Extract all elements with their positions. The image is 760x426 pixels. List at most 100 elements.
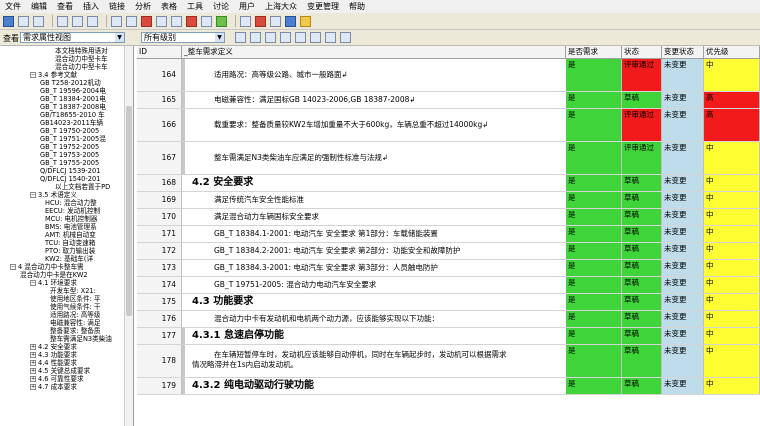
priority-cell[interactable]: 中 — [704, 277, 760, 293]
delete-icon[interactable] — [141, 15, 152, 27]
table-row[interactable]: 179 4.3.2 纯电动驱动行驶功能 是草稿 未变更中 — [137, 378, 760, 395]
table-row[interactable]: 164 适用路况：高等级公路、城市一般路面↲ 是评审通过 未变更中 — [137, 59, 760, 92]
change-status-cell[interactable]: 未变更 — [662, 345, 704, 377]
requirement-text[interactable]: 满足混合动力车辆国标安全要求 — [184, 209, 595, 225]
status-cell[interactable]: 草稿 — [622, 294, 662, 310]
filter-icon[interactable] — [235, 32, 246, 43]
table-row[interactable]: 175 4.3 功能要求 是草稿 未变更中 — [137, 294, 760, 311]
tree-node[interactable]: AMT: 机械自动变 — [45, 231, 96, 239]
tree-node[interactable]: GB_T 18387-2008电 — [40, 103, 106, 111]
tree-node[interactable]: −4.1 环境要求 — [30, 279, 77, 287]
requirement-text[interactable]: GB_T 18384.2-2001: 电动汽车 安全要求 第2部分：功能安全和故… — [184, 243, 595, 259]
edit-icon[interactable] — [156, 15, 167, 27]
status-cell[interactable]: 草稿 — [622, 260, 662, 276]
menu-item[interactable]: 编辑 — [26, 0, 52, 13]
table-row[interactable]: 171 GB_T 18384.1-2001: 电动汽车 安全要求 第1部分：车载储… — [137, 226, 760, 243]
is-requirement-cell[interactable]: 是 — [566, 59, 622, 91]
priority-cell[interactable]: 中 — [704, 142, 760, 174]
table-row[interactable]: 178 在车辆短暂停车时，发动机应该能够自动停机，同时在车辆起步时，发动机可以根据… — [137, 345, 760, 378]
status-cell[interactable]: 草稿 — [622, 175, 662, 191]
priority-cell[interactable]: 中 — [704, 175, 760, 191]
tree-node[interactable]: 本文档特殊用语对 — [55, 47, 108, 55]
tree-node[interactable]: GB_T 18384-2001电 — [40, 95, 106, 103]
requirement-text[interactable]: 适用路况：高等级公路、城市一般路面↲ — [184, 59, 595, 91]
col-requirement[interactable]: _整车需求定义 — [182, 46, 566, 58]
priority-cell[interactable]: 中 — [704, 378, 760, 394]
is-requirement-cell[interactable]: 是 — [566, 345, 622, 377]
tree-node[interactable]: 使用地区条件: 平 — [50, 295, 100, 303]
tree-node[interactable]: BMS: 电池管理系 — [45, 223, 97, 231]
table-row[interactable]: 165 电磁兼容性：满足国标GB 14023-2006,GB 18387-2008… — [137, 92, 760, 109]
requirement-text[interactable]: GB_T 19751-2005: 混合动力电动汽车安全要求 — [184, 277, 595, 293]
requirement-text[interactable]: 4.2 安全要求 — [184, 175, 573, 191]
expand-toggle-icon[interactable]: − — [30, 280, 36, 286]
requirement-text[interactable]: GB_T 18384.1-2001: 电动汽车 安全要求 第1部分：车载储能装置 — [184, 226, 595, 242]
table-row[interactable]: 170 满足混合动力车辆国标安全要求 是草稿 未变更中 — [137, 209, 760, 226]
tree-node[interactable]: 使用气候条件: 干 — [50, 303, 100, 311]
requirement-text[interactable]: 4.3.2 纯电动驱动行驶功能 — [184, 378, 573, 394]
table-row[interactable]: 173 GB_T 18384.3-2001: 电动汽车 安全要求 第3部分：人员触… — [137, 260, 760, 277]
tree-node[interactable]: GB_T 19753-2005 — [40, 151, 99, 159]
tree-node[interactable]: GB/T18655-2010 车 — [40, 111, 105, 119]
table-row[interactable]: 174 GB_T 19751-2005: 混合动力电动汽车安全要求 是草稿 未变更中 — [137, 277, 760, 294]
save-icon[interactable] — [3, 15, 14, 27]
tree-node[interactable]: GB14023-2011车辆 — [40, 119, 103, 127]
change-status-cell[interactable]: 未变更 — [662, 311, 704, 327]
change-status-cell[interactable]: 未变更 — [662, 294, 704, 310]
chevron-down-icon[interactable]: ▼ — [115, 33, 124, 42]
col-is-requirement[interactable]: 是否需求 — [566, 46, 622, 58]
sort-az-icon[interactable] — [340, 32, 351, 43]
expand-toggle-icon[interactable]: + — [30, 352, 36, 358]
status-cell[interactable]: 评审通过 — [622, 59, 662, 91]
expand-toggle-icon[interactable]: + — [30, 384, 36, 390]
priority-cell[interactable]: 中 — [704, 59, 760, 91]
analysis-icon[interactable] — [285, 15, 296, 27]
status-cell[interactable]: 草稿 — [622, 243, 662, 259]
chevron-down-icon[interactable]: ▼ — [215, 33, 224, 42]
tree-node[interactable]: Q/DFLCJ 1540-201 — [40, 175, 100, 183]
priority-cell[interactable]: 中 — [704, 260, 760, 276]
is-requirement-cell[interactable]: 是 — [566, 226, 622, 242]
tree-node[interactable]: 电磁兼容性: 满足 — [50, 319, 100, 327]
table-row[interactable]: 176 混合动力中卡有发动机和电机两个动力源，应该能够实现以下功能： 是草稿 未变更中 — [137, 311, 760, 328]
table-row[interactable]: 168 4.2 安全要求 是草稿 未变更中 — [137, 175, 760, 192]
menu-item[interactable]: 文件 — [0, 0, 26, 13]
insert-row-icon[interactable] — [57, 15, 68, 27]
change-status-cell[interactable]: 未变更 — [662, 59, 704, 91]
tree-node[interactable]: MCU: 电机控制器 — [45, 215, 97, 223]
priority-cell[interactable]: 中 — [704, 345, 760, 377]
requirement-text[interactable]: 载重要求：整备质量较KW2车增加重量不大于600kg，车辆总重不超过14000k… — [184, 109, 595, 141]
tree-node[interactable]: +4.3 功能要求 — [30, 351, 77, 359]
menu-item[interactable]: 变更管理 — [302, 0, 344, 13]
tree-node[interactable]: +4.4 性能要求 — [30, 359, 77, 367]
highlight-icon[interactable] — [300, 15, 311, 27]
menu-item[interactable]: 分析 — [130, 0, 156, 13]
expand-toggle-icon[interactable]: − — [30, 72, 36, 78]
menu-item[interactable]: 表格 — [156, 0, 182, 13]
status-cell[interactable]: 草稿 — [622, 192, 662, 208]
priority-cell[interactable]: 高 — [704, 92, 760, 108]
menu-item[interactable]: 链接 — [104, 0, 130, 13]
priority-cell[interactable]: 中 — [704, 328, 760, 344]
is-requirement-cell[interactable]: 是 — [566, 311, 622, 327]
col-change-status[interactable]: 变更状态 — [662, 46, 704, 58]
priority-cell[interactable]: 中 — [704, 294, 760, 310]
status-cell[interactable]: 评审通过 — [622, 142, 662, 174]
expand-toggle-icon[interactable]: − — [30, 192, 36, 198]
table-row[interactable]: 172 GB_T 18384.2-2001: 电动汽车 安全要求 第2部分：功能安… — [137, 243, 760, 260]
change-status-cell[interactable]: 未变更 — [662, 260, 704, 276]
requirement-text[interactable]: 4.3.1 怠速启停功能 — [184, 328, 573, 344]
paste-icon[interactable] — [201, 15, 212, 27]
table-icon[interactable] — [111, 15, 122, 27]
tree-scrollbar[interactable] — [124, 46, 133, 426]
table-row[interactable]: 167 整车需满足N3类柴油车应满足的强制性标准与法规↲ 是评审通过 未变更中 — [137, 142, 760, 175]
is-requirement-cell[interactable]: 是 — [566, 175, 622, 191]
menu-item[interactable]: 插入 — [78, 0, 104, 13]
priority-cell[interactable]: 中 — [704, 209, 760, 225]
priority-cell[interactable]: 中 — [704, 243, 760, 259]
menu-item[interactable]: 用户 — [234, 0, 260, 13]
table-row[interactable]: 177 4.3.1 怠速启停功能 是草稿 未变更中 — [137, 328, 760, 345]
tree-node[interactable]: 整车需满足N3类柴油 — [50, 335, 112, 343]
status-cell[interactable]: 草稿 — [622, 328, 662, 344]
status-cell[interactable]: 草稿 — [622, 277, 662, 293]
